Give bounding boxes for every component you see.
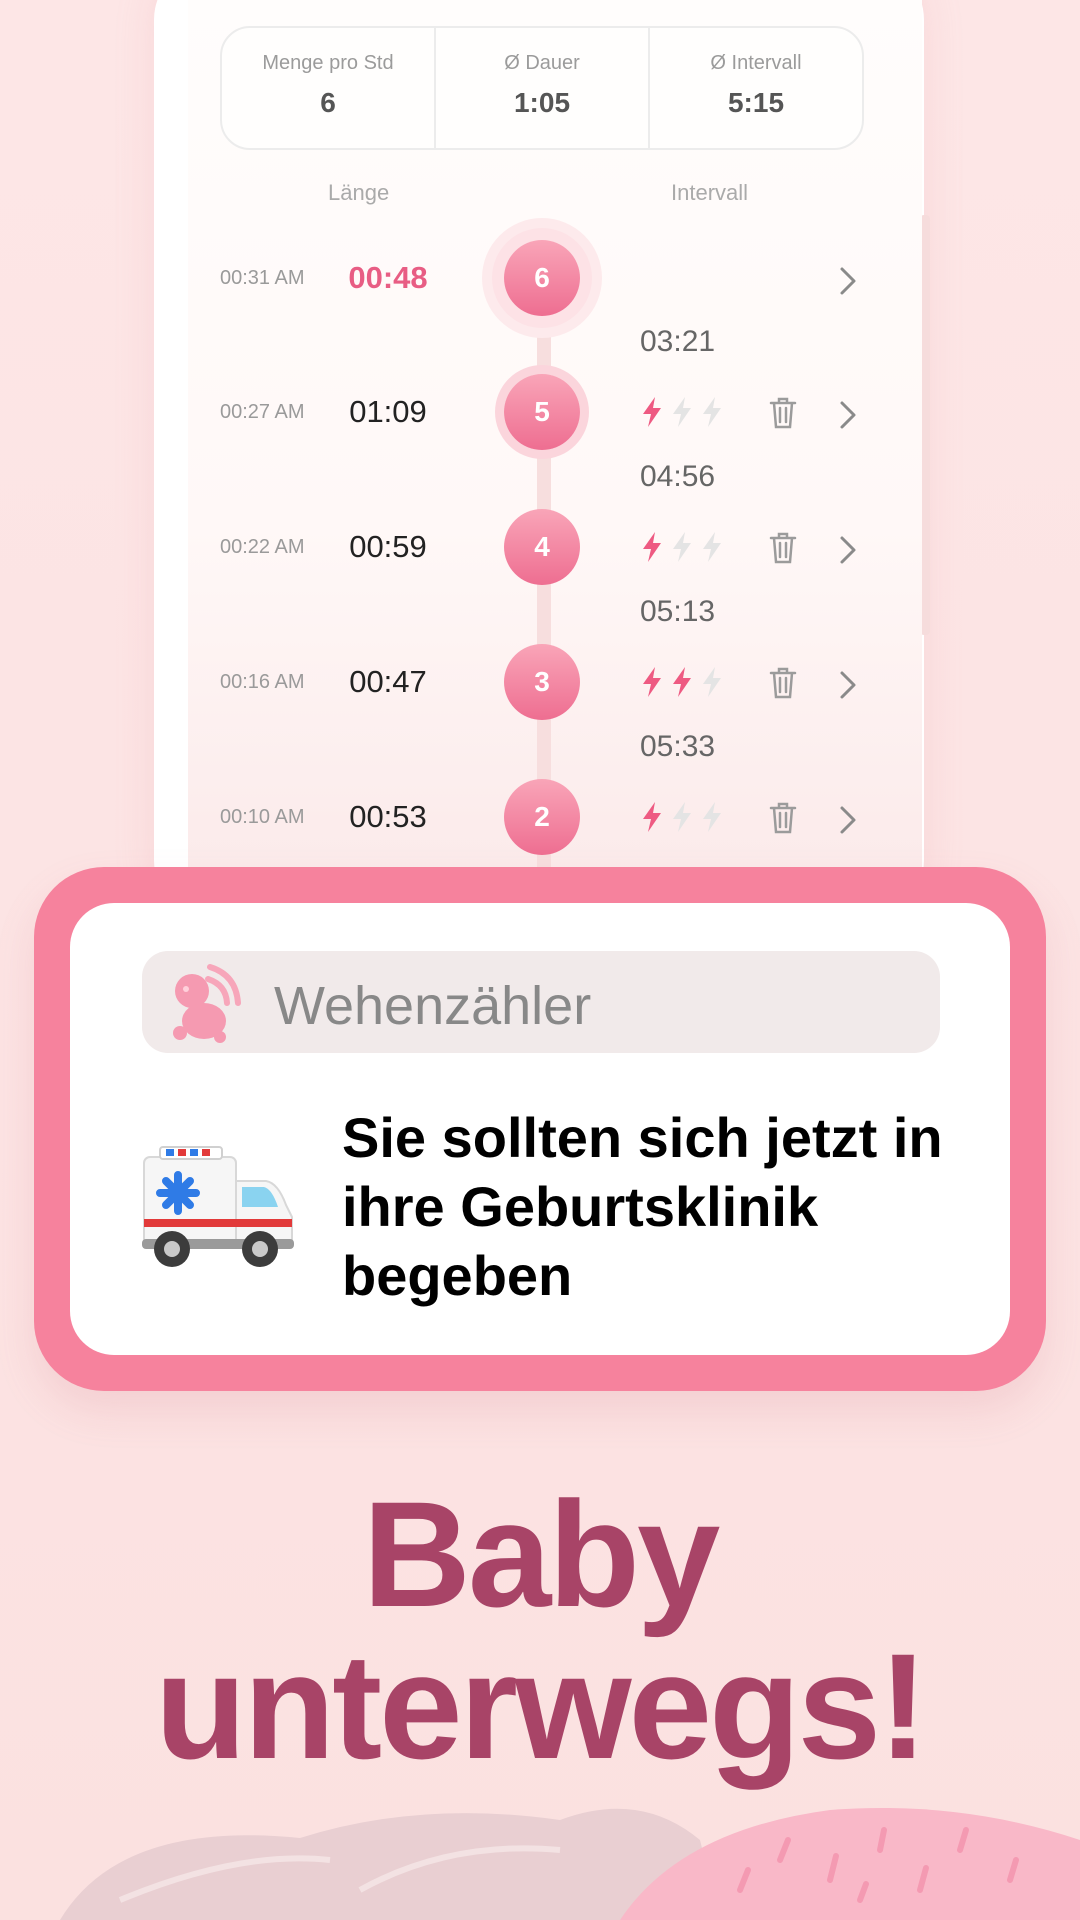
- bolt-icon: [670, 801, 694, 833]
- notification-card[interactable]: Wehenzähler Sie sollten sich jetzt in ih…: [34, 867, 1046, 1391]
- contraction-duration: 00:48: [348, 260, 428, 295]
- contraction-start-time: 00:22 AM: [220, 536, 305, 558]
- notification-body: Wehenzähler Sie sollten sich jetzt in ih…: [70, 903, 1010, 1355]
- contraction-duration: 01:09: [349, 394, 427, 429]
- contraction-start-time: 00:16 AM: [220, 671, 305, 693]
- contraction-duration: 00:59: [349, 529, 427, 564]
- contraction-row[interactable]: 00:10 AM 00:53 2: [188, 779, 922, 859]
- chevron-right-icon[interactable]: [838, 535, 858, 570]
- stat-label: Ø Intervall: [710, 52, 802, 74]
- contraction-start-time: 00:31 AM: [220, 267, 305, 289]
- bolt-icon: [700, 666, 724, 698]
- stat-avg-interval: Ø Intervall 5:15: [650, 28, 862, 148]
- contraction-duration: 00:53: [349, 799, 427, 834]
- notification-message: Sie sollten sich jetzt in ihre Geburtskl…: [342, 1106, 943, 1307]
- intensity-rating: [640, 396, 724, 428]
- bolt-icon: [640, 396, 664, 428]
- headline: Baby unterwegs!: [0, 1478, 1080, 1782]
- bolt-icon: [640, 531, 664, 563]
- bolt-icon: [670, 396, 694, 428]
- stat-avg-duration: Ø Dauer 1:05: [436, 28, 650, 148]
- stat-per-hour: Menge pro Std 6: [222, 28, 436, 148]
- bolt-icon: [700, 531, 724, 563]
- column-header-length: Länge: [328, 180, 390, 205]
- bolt-icon: [640, 801, 664, 833]
- chevron-right-icon[interactable]: [838, 805, 858, 840]
- intensity-rating: [640, 801, 724, 833]
- contraction-number-badge: 5: [504, 374, 580, 450]
- contraction-number-badge: 2: [504, 779, 580, 855]
- chevron-right-icon[interactable]: [838, 400, 858, 435]
- bolt-icon: [670, 531, 694, 563]
- stat-label: Menge pro Std: [262, 52, 394, 74]
- baby-icon: [173, 964, 241, 1043]
- headline-line-1: Baby: [362, 1470, 721, 1638]
- bolt-icon: [700, 396, 724, 428]
- contraction-row[interactable]: 00:22 AM 00:59 4: [188, 509, 922, 589]
- contraction-duration: 00:47: [349, 664, 427, 699]
- trash-icon[interactable]: [768, 801, 798, 840]
- trash-icon[interactable]: [768, 666, 798, 705]
- contraction-start-time: 00:27 AM: [220, 401, 305, 423]
- contraction-number-badge: 4: [504, 509, 580, 585]
- interval-value: 03:21: [640, 325, 716, 358]
- stat-value: 5:15: [727, 87, 785, 118]
- stat-value: 6: [320, 87, 336, 118]
- interval-value: 05:33: [640, 730, 716, 763]
- trash-icon[interactable]: [768, 531, 798, 570]
- contraction-row[interactable]: 00:27 AM 01:09 5: [188, 374, 922, 454]
- contraction-row[interactable]: 00:16 AM 00:47 3: [188, 644, 922, 724]
- app-screen: Menge pro Std 6 Ø Dauer 1:05 Ø Intervall…: [188, 0, 922, 880]
- bolt-icon: [640, 666, 664, 698]
- intensity-rating: [640, 666, 724, 698]
- ambulance-icon: [142, 1146, 294, 1267]
- contraction-row[interactable]: 00:31 AM 00:48 6: [188, 240, 922, 320]
- intensity-rating: [640, 531, 724, 563]
- headline-line-2: unterwegs!: [154, 1622, 928, 1790]
- contraction-number-badge: 6: [504, 240, 580, 316]
- chevron-right-icon[interactable]: [838, 266, 858, 301]
- bolt-icon: [670, 666, 694, 698]
- stats-summary: Menge pro Std 6 Ø Dauer 1:05 Ø Intervall…: [220, 26, 864, 150]
- notification-app-name: Wehenzähler: [274, 976, 592, 1036]
- bolt-icon: [700, 801, 724, 833]
- contraction-number-badge: 3: [504, 644, 580, 720]
- interval-value: 05:13: [640, 595, 716, 628]
- leaf-decoration: [60, 1808, 1080, 1920]
- trash-icon[interactable]: [768, 396, 798, 435]
- contraction-start-time: 00:10 AM: [220, 806, 305, 828]
- chevron-right-icon[interactable]: [838, 670, 858, 705]
- stat-value: 1:05: [513, 87, 571, 118]
- column-header-interval: Intervall: [671, 180, 749, 205]
- notification-app-header: Wehenzähler: [142, 951, 940, 1053]
- interval-value: 04:56: [640, 460, 716, 493]
- stat-label: Ø Dauer: [504, 52, 580, 74]
